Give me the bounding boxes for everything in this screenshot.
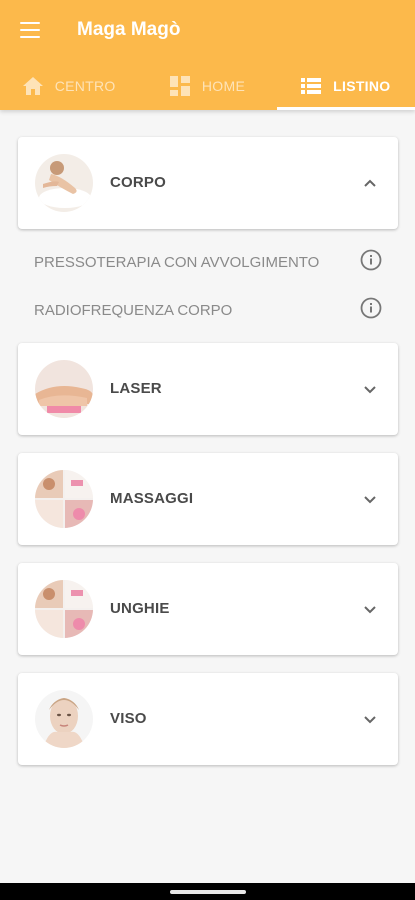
app-title: Maga Magò xyxy=(77,19,181,40)
service-label: RADIOFREQUENZA CORPO xyxy=(34,301,233,319)
chevron-up-icon[interactable] xyxy=(362,175,378,191)
tab-bar: CENTRO HOME LISTINO xyxy=(0,62,415,110)
category-title: CORPO xyxy=(110,174,167,191)
chevron-down-icon[interactable] xyxy=(362,601,378,617)
laser-thumbnail xyxy=(35,360,93,418)
tab-centro[interactable]: CENTRO xyxy=(0,62,138,110)
category-title: VISO xyxy=(110,710,147,727)
info-icon[interactable] xyxy=(360,297,382,319)
corpo-thumbnail xyxy=(35,154,93,212)
category-card-corpo[interactable]: CORPO xyxy=(18,137,398,229)
app-bar: Maga Magò CENTRO HOME LISTINO xyxy=(0,0,415,110)
system-nav-bar xyxy=(0,883,415,900)
tab-label: LISTINO xyxy=(333,78,391,94)
service-item[interactable]: PRESSOTERAPIA CON AVVOLGIMENTO xyxy=(34,249,382,275)
viso-thumbnail xyxy=(35,690,93,748)
grid-icon xyxy=(169,76,190,96)
service-item[interactable]: RADIOFREQUENZA CORPO xyxy=(34,297,382,323)
chevron-down-icon[interactable] xyxy=(362,491,378,507)
category-title: UNGHIE xyxy=(110,600,170,617)
category-card-unghie[interactable]: UNGHIE xyxy=(18,563,398,655)
service-label: PRESSOTERAPIA CON AVVOLGIMENTO xyxy=(34,253,320,271)
category-card-massaggi[interactable]: MASSAGGI xyxy=(18,453,398,545)
category-card-laser[interactable]: LASER xyxy=(18,343,398,435)
chevron-down-icon[interactable] xyxy=(362,711,378,727)
tab-listino[interactable]: LISTINO xyxy=(276,62,415,110)
unghie-thumbnail xyxy=(35,580,93,638)
list-icon xyxy=(301,78,322,94)
active-tab-indicator xyxy=(276,107,415,110)
menu-icon[interactable] xyxy=(20,22,40,38)
home-icon xyxy=(22,77,43,95)
info-icon[interactable] xyxy=(360,249,382,271)
category-title: MASSAGGI xyxy=(110,490,194,507)
chevron-down-icon[interactable] xyxy=(362,381,378,397)
massaggi-thumbnail xyxy=(35,470,93,528)
tab-label: HOME xyxy=(201,78,246,94)
tab-home[interactable]: HOME xyxy=(138,62,276,110)
category-title: LASER xyxy=(110,380,162,397)
tab-label: CENTRO xyxy=(54,78,116,94)
category-card-viso[interactable]: VISO xyxy=(18,673,398,765)
home-gesture-handle[interactable] xyxy=(170,890,246,894)
